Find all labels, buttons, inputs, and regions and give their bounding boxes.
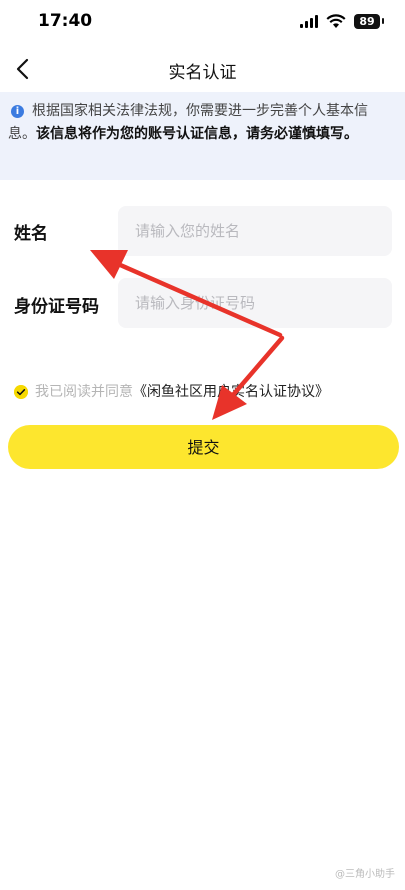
name-label: 姓名 [14, 224, 48, 244]
agreement-text: 我已阅读并同意 [35, 384, 133, 400]
id-number-input[interactable] [118, 278, 392, 328]
nav-bar: 实名认证 [0, 46, 405, 92]
battery-icon: 89 [354, 14, 380, 29]
status-time: 17:40 [38, 11, 93, 31]
status-bar: 17:40 89 [0, 0, 405, 46]
agreement-checkbox-icon[interactable] [14, 385, 28, 399]
agreement-link[interactable]: 《闲鱼社区用户实名认证协议》 [133, 384, 329, 400]
agreement-row: 我已阅读并同意《闲鱼社区用户实名认证协议》 [35, 381, 329, 401]
wifi-icon [326, 14, 346, 28]
watermark: @三角小助手 [335, 869, 395, 880]
name-input[interactable] [118, 206, 392, 256]
notice-bold-text: 该信息将作为您的账号认证信息，请务必谨慎填写。 [36, 126, 358, 142]
notice-text: 根据国家相关法律法规，你需要进一步完善个人基本信息。该信息将作为您的账号认证信息… [8, 100, 395, 146]
page-title: 实名认证 [168, 63, 237, 83]
id-number-label: 身份证号码 [14, 297, 99, 317]
arrow-to-submit [212, 335, 285, 420]
notice-banner: i 根据国家相关法律法规，你需要进一步完善个人基本信息。该信息将作为您的账号认证… [0, 92, 405, 180]
battery-tip [382, 18, 384, 24]
submit-button[interactable]: 提交 [8, 425, 399, 469]
cellular-signal-icon [300, 15, 318, 28]
